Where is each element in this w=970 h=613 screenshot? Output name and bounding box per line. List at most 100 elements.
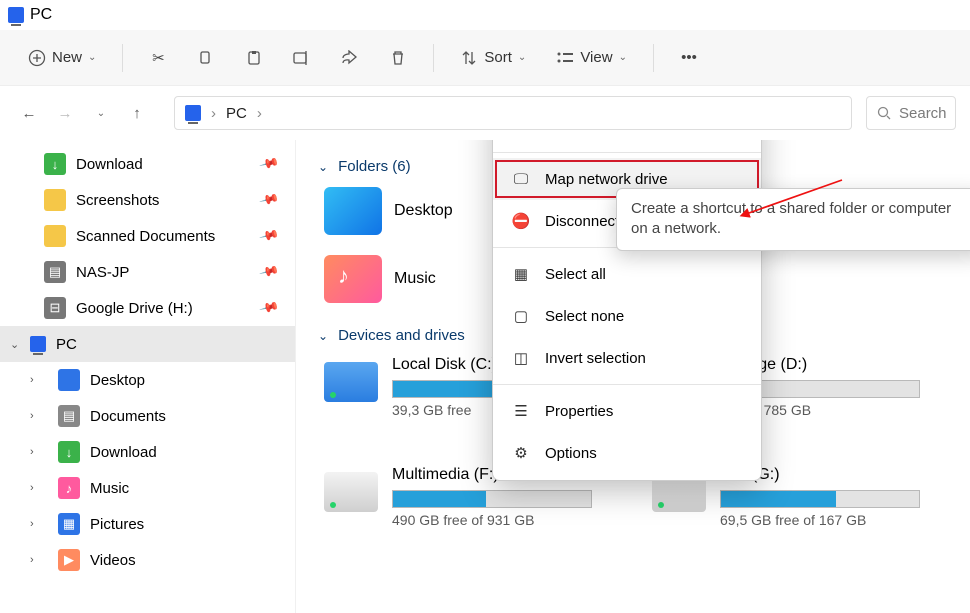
pin-icon: 📌 xyxy=(258,297,280,319)
menu-options[interactable]: ⚙Options xyxy=(493,432,761,474)
discnet-icon: ⛔ xyxy=(511,211,531,231)
crumb-pc[interactable]: PC xyxy=(226,105,247,122)
menu-invert-selection[interactable]: ◫Invert selection xyxy=(493,337,761,379)
usage-bar xyxy=(720,490,920,508)
nav-row: ← → ⌄ ↑ › PC › Search xyxy=(0,86,970,140)
view-label: View xyxy=(580,49,612,66)
folder-desktop[interactable]: Desktop xyxy=(324,187,453,235)
pic-icon: ▦ xyxy=(58,513,80,535)
sidebar-item-pictures[interactable]: ›▦Pictures xyxy=(0,506,295,542)
pc-icon xyxy=(8,7,24,23)
back-button[interactable]: ← xyxy=(14,98,44,128)
music-icon: ♪ xyxy=(58,477,80,499)
selall-icon: ▦ xyxy=(511,264,531,284)
view-button[interactable]: View ⌄ xyxy=(546,43,637,73)
pin-icon: 📌 xyxy=(258,261,280,283)
share-button[interactable] xyxy=(331,43,369,73)
ellipsis-icon: ••• xyxy=(680,49,698,67)
paste-button[interactable] xyxy=(235,43,273,73)
sort-button[interactable]: Sort ⌄ xyxy=(450,43,536,73)
recent-button[interactable]: ⌄ xyxy=(86,98,116,128)
pc-icon xyxy=(30,336,46,352)
sidebar: ↓Download📌Screenshots📌Scanned Documents📌… xyxy=(0,140,296,613)
chevron-right-icon: › xyxy=(30,374,34,386)
menu-select-none[interactable]: ▢Select none xyxy=(493,295,761,337)
sidebar-item-desktop[interactable]: ›Desktop xyxy=(0,362,295,398)
sidebar-item-scanned-documents[interactable]: Scanned Documents📌 xyxy=(0,218,295,254)
chevron-right-icon: › xyxy=(30,518,34,530)
drive-icon xyxy=(324,362,378,402)
sidebar-item-videos[interactable]: ›▶Videos xyxy=(0,542,295,578)
sort-icon xyxy=(460,49,478,67)
desktop-icon xyxy=(58,369,80,391)
drive-icon: ⊟ xyxy=(44,297,66,319)
vid-icon: ▶ xyxy=(58,549,80,571)
nas-icon: ▤ xyxy=(44,261,66,283)
copy-button[interactable] xyxy=(187,43,225,73)
sidebar-item-download[interactable]: ›↓Download xyxy=(0,434,295,470)
menu-properties[interactable]: ☰Properties xyxy=(493,390,761,432)
free-space: 490 GB free of 931 GB xyxy=(392,512,592,528)
scissors-icon: ✂ xyxy=(149,49,167,67)
view-icon xyxy=(556,49,574,67)
plus-circle-icon xyxy=(28,49,46,67)
share-icon xyxy=(341,49,359,67)
folder-icon xyxy=(324,255,382,303)
drives-label: Devices and drives xyxy=(338,327,465,344)
separator xyxy=(653,44,654,72)
selinv-icon: ◫ xyxy=(511,348,531,368)
sidebar-item-download[interactable]: ↓Download📌 xyxy=(0,146,295,182)
chevron-right-icon: › xyxy=(30,482,34,494)
new-button[interactable]: New ⌄ xyxy=(18,43,106,73)
folder-icon xyxy=(324,187,382,235)
up-button[interactable]: ↑ xyxy=(122,98,152,128)
separator xyxy=(122,44,123,72)
toolbar: New ⌄ ✂ Sort ⌄ View ⌄ ••• xyxy=(0,30,970,86)
window-title: PC xyxy=(30,6,52,24)
menu-undo[interactable]: ↶Undo xyxy=(493,140,761,147)
sidebar-item-google-drive-h-[interactable]: ⊟Google Drive (H:)📌 xyxy=(0,290,295,326)
new-label: New xyxy=(52,49,82,66)
usage-bar xyxy=(392,490,592,508)
sidebar-item-screenshots[interactable]: Screenshots📌 xyxy=(0,182,295,218)
opt-icon: ⚙ xyxy=(511,443,531,463)
prop-icon: ☰ xyxy=(511,401,531,421)
search-icon xyxy=(877,106,891,120)
folders-label: Folders (6) xyxy=(338,158,411,175)
chevron-down-icon: ⌄ xyxy=(518,52,526,63)
cut-button[interactable]: ✂ xyxy=(139,43,177,73)
address-bar[interactable]: › PC › xyxy=(174,96,852,130)
drive-icon xyxy=(324,472,378,512)
delete-button[interactable] xyxy=(379,43,417,73)
chevron-right-icon: › xyxy=(257,105,262,122)
chevron-down-icon: ⌄ xyxy=(619,52,627,63)
rename-button[interactable] xyxy=(283,43,321,73)
download-icon: ↓ xyxy=(58,441,80,463)
copy-icon xyxy=(197,49,215,67)
folder-icon xyxy=(44,225,66,247)
search-box[interactable]: Search xyxy=(866,96,956,130)
paste-icon xyxy=(245,49,263,67)
title-bar: PC xyxy=(0,0,970,30)
menu-select-all[interactable]: ▦Select all xyxy=(493,253,761,295)
folder-music[interactable]: Music xyxy=(324,255,436,303)
chevron-down-icon: ⌄ xyxy=(88,52,96,63)
sidebar-item-music[interactable]: ›♪Music xyxy=(0,470,295,506)
pin-icon: 📌 xyxy=(258,189,280,211)
download-icon: ↓ xyxy=(44,153,66,175)
mapnet-icon: 🖵 xyxy=(511,169,531,189)
sidebar-item-pc[interactable]: ⌄PC xyxy=(0,326,295,362)
breadcrumb[interactable]: › PC › xyxy=(211,105,262,122)
more-button[interactable]: ••• xyxy=(670,43,708,73)
content-pane: Create a shortcut to a shared folder or … xyxy=(296,140,970,613)
chevron-right-icon: › xyxy=(30,554,34,566)
forward-button[interactable]: → xyxy=(50,98,80,128)
sidebar-item-documents[interactable]: ›▤Documents xyxy=(0,398,295,434)
tooltip: Create a shortcut to a shared folder or … xyxy=(616,188,970,251)
chevron-right-icon: › xyxy=(211,105,216,122)
chevron-right-icon: › xyxy=(30,446,34,458)
sidebar-item-nas-jp[interactable]: ▤NAS-JP📌 xyxy=(0,254,295,290)
chevron-down-icon: ⌄ xyxy=(318,329,328,343)
sort-label: Sort xyxy=(484,49,512,66)
menu-separator xyxy=(493,152,761,153)
